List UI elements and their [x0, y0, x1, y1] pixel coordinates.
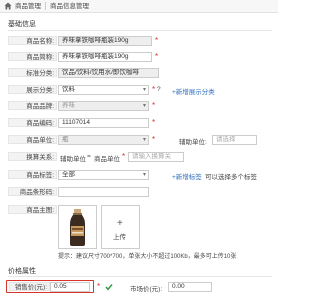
market-price-field[interactable]: 0.00: [168, 282, 212, 292]
section-price-title: 价格属性: [8, 268, 36, 275]
market-price-label: 市场价(元):: [130, 286, 163, 293]
name-label: 商品名称:: [8, 36, 57, 45]
brand-select[interactable]: 养味: [58, 101, 149, 111]
sale-price-field[interactable]: 0.05: [50, 282, 90, 292]
section-divider: [8, 276, 272, 277]
required-mark: *: [155, 36, 159, 45]
coffee-bottle-image: [70, 209, 85, 246]
check-icon: [105, 283, 113, 291]
required-mark: *: [97, 282, 101, 291]
product-thumbnail[interactable]: [58, 205, 97, 249]
unit-select[interactable]: 瓶: [58, 135, 149, 145]
short-name-label: 商品简称:: [8, 52, 57, 61]
image-label: 商品主图:: [8, 205, 57, 214]
plus-icon: +: [117, 218, 123, 229]
conversion-aux-unit: 辅助单位: [60, 156, 86, 163]
tags-hint: 可以选择多个标签: [205, 174, 257, 181]
tags-select[interactable]: 全部: [58, 170, 149, 180]
help-icon[interactable]: ?: [157, 86, 161, 93]
display-category-value: 饮料: [62, 86, 75, 93]
upload-button[interactable]: + 上传: [101, 205, 140, 249]
standard-category-label: 标准分类:: [8, 68, 57, 77]
conversion-label: 换算关系:: [8, 152, 57, 161]
section-basic-title: 基础信息: [8, 21, 36, 28]
required-mark: *: [152, 118, 156, 127]
display-category-select[interactable]: 饮料: [58, 85, 149, 95]
barcode-label: 商品条形码:: [8, 187, 57, 196]
barcode-field[interactable]: [58, 187, 149, 197]
required-mark: *: [152, 135, 156, 144]
conversion-input[interactable]: 请输入换算关: [128, 152, 184, 162]
breadcrumb-divider: [45, 2, 46, 10]
breadcrumb-bar: [0, 0, 278, 13]
short-name-field[interactable]: 养味拿铁咖啡瓶装190g: [58, 52, 152, 62]
conversion-eq: =: [87, 153, 91, 160]
conversion-goods-unit: 商品单位: [94, 156, 120, 163]
breadcrumb-item-goods-info[interactable]: 商品信息管理: [50, 2, 89, 11]
brand-label: 商品品牌:: [8, 101, 57, 110]
brand-value: 养味: [62, 102, 75, 109]
display-category-label: 展示分类:: [8, 85, 57, 94]
add-tag-link[interactable]: +新增标签: [172, 171, 202, 181]
code-label: 商品编码:: [8, 118, 57, 127]
unit-value: 瓶: [62, 136, 69, 143]
aux-unit-select[interactable]: 请选择: [212, 135, 257, 145]
upload-label: 上传: [113, 234, 126, 241]
unit-label: 商品单位:: [8, 135, 57, 144]
breadcrumb-item-goods[interactable]: 商品管理: [15, 2, 41, 11]
home-icon[interactable]: [4, 2, 12, 10]
add-display-category-link[interactable]: +新增展示分类: [172, 86, 215, 96]
tags-label: 商品标签:: [8, 170, 57, 179]
name-field[interactable]: 养味拿铁咖啡瓶装190g: [58, 36, 152, 46]
required-mark: *: [122, 152, 126, 161]
code-field[interactable]: 11107014: [58, 118, 149, 128]
standard-category-field[interactable]: 饮品/饮料/饮用水/即饮咖啡: [58, 68, 159, 78]
tags-value: 全部: [62, 171, 75, 178]
required-mark: *: [155, 52, 159, 61]
aux-unit-label: 辅助单位:: [179, 139, 207, 146]
required-mark: *: [152, 101, 156, 110]
sale-price-label: 销售价(元):: [9, 282, 50, 291]
required-mark: *: [152, 85, 156, 94]
section-divider: [8, 30, 272, 31]
image-hint: 提示：建议尺寸700*700，单张大小不超过100Kb，最多可上传10张: [58, 254, 237, 260]
